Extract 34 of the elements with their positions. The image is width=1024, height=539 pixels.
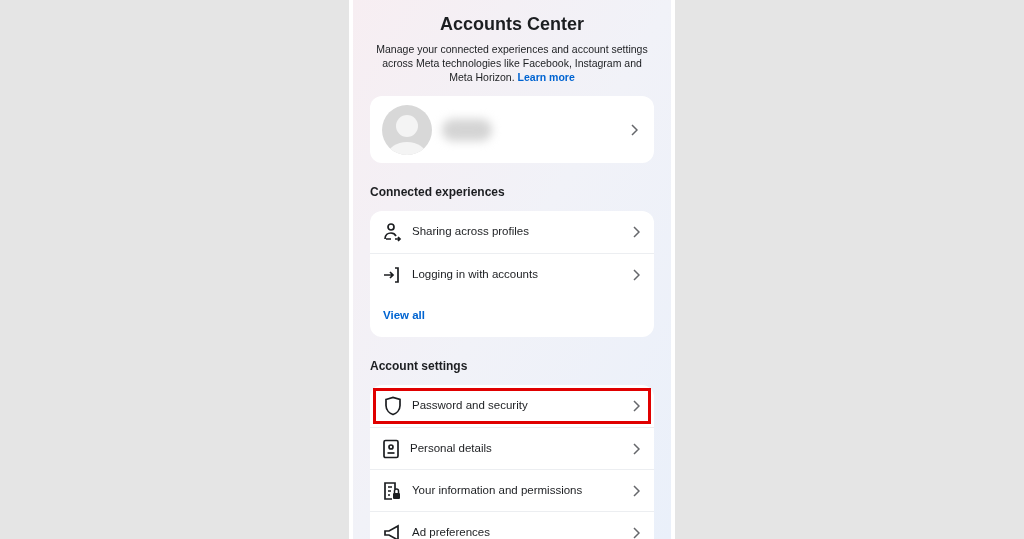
settings-row[interactable]: Your information and permissions — [370, 469, 654, 511]
view-all-link[interactable]: View all — [383, 307, 425, 325]
description: Manage your connected experiences and account settings across Meta technologies like Facebook, Instagram and Meta Horizon. Learn more — [375, 42, 649, 84]
profile-card[interactable] — [370, 96, 654, 163]
shield-icon — [384, 396, 402, 416]
settings-row[interactable]: Personal details — [370, 427, 654, 469]
section-title: Connected experiences — [370, 184, 506, 201]
learn-more-link[interactable]: Learn more — [517, 71, 575, 83]
row-label: Your information and permissions — [412, 482, 584, 498]
row-label: Ad preferences — [412, 524, 491, 539]
chevron-right-icon — [632, 526, 640, 539]
avatar-icon — [382, 104, 432, 155]
row-label: Sharing across profiles — [412, 224, 530, 240]
megaphone-icon — [382, 522, 402, 539]
row-label: Logging in with accounts — [412, 266, 539, 282]
chevron-right-icon — [632, 400, 640, 412]
person-share-icon — [382, 222, 402, 242]
id-card-icon — [382, 438, 400, 459]
chevron-right-icon — [632, 484, 640, 497]
settings-row[interactable]: Logging in with accounts — [370, 253, 654, 295]
page-title: Accounts Center — [439, 13, 585, 36]
chevron-right-icon — [630, 123, 638, 136]
document-lock-icon — [382, 480, 402, 501]
chevron-right-icon — [632, 442, 640, 455]
settings-row[interactable]: Ad preferences — [370, 511, 654, 539]
blurred-name — [442, 118, 492, 141]
section-title: Account settings — [370, 358, 469, 375]
row-label: Password and security — [412, 398, 529, 414]
settings-row[interactable]: Password and security — [370, 385, 654, 427]
chevron-right-icon — [632, 226, 640, 238]
chevron-right-icon — [632, 268, 640, 281]
row-label: Personal details — [410, 440, 493, 456]
login-arrow-icon — [382, 264, 402, 285]
settings-row[interactable]: Sharing across profiles — [370, 211, 654, 253]
